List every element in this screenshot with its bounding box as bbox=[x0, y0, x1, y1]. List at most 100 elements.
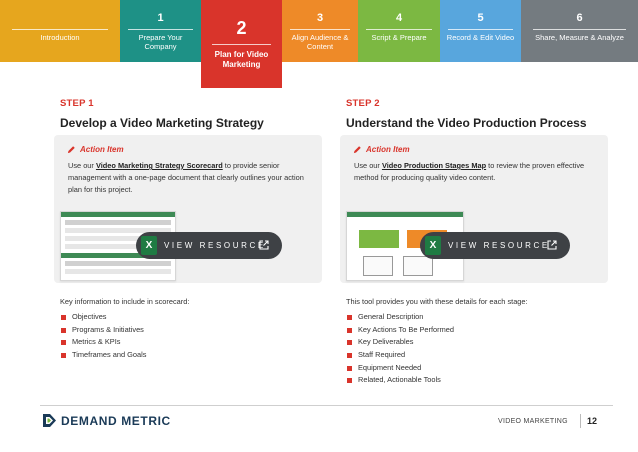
list-item-text: Staff Required bbox=[358, 350, 406, 360]
bullet-icon bbox=[347, 353, 352, 359]
list-item: General Description bbox=[346, 311, 614, 324]
view-resource-button[interactable]: X VIEW RESOURCE bbox=[136, 232, 282, 259]
details-heading: This tool provides you with these detail… bbox=[346, 297, 528, 306]
list-item-text: Related, Actionable Tools bbox=[358, 375, 441, 385]
tab-number: 1 bbox=[157, 12, 164, 24]
excel-icon: X bbox=[141, 236, 157, 255]
map-stage-box bbox=[363, 256, 393, 276]
details-list: General Description Key Actions To Be Pe… bbox=[346, 311, 614, 387]
list-item: Key Deliverables bbox=[346, 336, 614, 349]
tab-divider bbox=[212, 44, 271, 45]
bullet-icon bbox=[347, 378, 352, 384]
tab-number bbox=[0, 12, 120, 25]
tab-script-prepare[interactable]: 4 Script & Prepare bbox=[358, 0, 440, 62]
tab-number: 3 bbox=[316, 12, 324, 24]
step-title: Develop a Video Marketing Strategy bbox=[60, 116, 264, 130]
thumbnail-row bbox=[65, 220, 171, 225]
step-title: Understand the Video Production Process bbox=[346, 116, 587, 130]
action-item-text: Use our Video Production Stages Map to r… bbox=[354, 160, 596, 184]
details-list: Objectives Programs & Initiatives Metric… bbox=[60, 311, 328, 362]
excel-icon: X bbox=[425, 236, 441, 255]
bullet-icon bbox=[61, 327, 66, 333]
list-item-text: Key Deliverables bbox=[358, 337, 414, 347]
tab-introduction[interactable]: Introduction bbox=[0, 0, 120, 62]
tab-share-measure-analyze[interactable]: 6 Share, Measure & Analyze bbox=[521, 0, 638, 62]
bullet-icon bbox=[347, 327, 352, 333]
resource-link[interactable]: Video Production Stages Map bbox=[382, 161, 486, 170]
footer-divider bbox=[40, 405, 613, 406]
section-label: VIDEO MARKETING bbox=[498, 418, 568, 425]
tab-divider bbox=[366, 29, 432, 30]
view-resource-label: VIEW RESOURCE bbox=[448, 241, 550, 250]
action-item-card: Action Item Use our Video Marketing Stra… bbox=[54, 135, 322, 283]
list-item: Related, Actionable Tools bbox=[346, 374, 614, 387]
tab-label: Record & Edit Video bbox=[446, 33, 515, 42]
step-2-section: STEP 2 Understand the Video Production P… bbox=[340, 98, 614, 283]
map-stage-box bbox=[403, 256, 433, 276]
bullet-icon bbox=[61, 340, 66, 346]
thumbnail-header bbox=[347, 212, 463, 217]
bullet-icon bbox=[347, 315, 352, 320]
details-heading: Key information to include in scorecard: bbox=[60, 297, 190, 306]
list-item: Equipment Needed bbox=[346, 362, 614, 375]
thumbnail-header bbox=[61, 212, 175, 217]
list-item: Programs & Initiatives bbox=[60, 324, 328, 337]
tab-label: Introduction bbox=[40, 33, 80, 42]
step-number: STEP 2 bbox=[346, 98, 380, 109]
map-stage-box bbox=[359, 230, 399, 248]
tab-label: Script & Prepare bbox=[371, 33, 427, 42]
tab-divider bbox=[448, 29, 513, 30]
step-1-section: STEP 1 Develop a Video Marketing Strateg… bbox=[54, 98, 328, 283]
tab-plan-for-video-marketing[interactable]: 2 Plan for Video Marketing bbox=[201, 0, 282, 88]
bullet-icon bbox=[61, 315, 66, 320]
list-item-text: Metrics & KPIs bbox=[72, 337, 121, 347]
action-item-card: Action Item Use our Video Production Sta… bbox=[340, 135, 608, 283]
thumbnail-row bbox=[65, 269, 171, 274]
view-resource-button[interactable]: X VIEW RESOURCE bbox=[420, 232, 570, 259]
tab-divider bbox=[12, 29, 108, 30]
list-item-text: Programs & Initiatives bbox=[72, 324, 144, 334]
list-item: Staff Required bbox=[346, 349, 614, 362]
pencil-icon bbox=[353, 146, 361, 154]
list-item: Timeframes and Goals bbox=[60, 349, 328, 362]
step-number: STEP 1 bbox=[60, 98, 94, 109]
thumbnail-row bbox=[65, 261, 171, 266]
logo-mark-icon bbox=[43, 414, 56, 427]
resource-link[interactable]: Video Marketing Strategy Scorecard bbox=[96, 161, 223, 170]
text-prefix: Use our bbox=[68, 161, 96, 170]
list-item-text: Equipment Needed bbox=[358, 362, 422, 372]
tab-number: 2 bbox=[236, 18, 247, 38]
tab-divider bbox=[532, 29, 627, 30]
bullet-icon bbox=[347, 365, 352, 371]
page-number: 12 bbox=[587, 416, 598, 426]
tab-number: 6 bbox=[576, 12, 583, 24]
footer-separator bbox=[580, 414, 581, 428]
tab-align-audience-content[interactable]: 3 Align Audience & Content bbox=[282, 0, 358, 62]
list-item: Objectives bbox=[60, 311, 328, 324]
pencil-icon bbox=[67, 146, 75, 154]
tab-number: 4 bbox=[395, 12, 403, 24]
action-item-text: Use our Video Marketing Strategy Scoreca… bbox=[68, 160, 310, 196]
action-item-label: Action Item bbox=[366, 145, 410, 154]
list-item-text: Objectives bbox=[72, 312, 107, 321]
list-item-text: Timeframes and Goals bbox=[72, 350, 147, 360]
action-item-label: Action Item bbox=[80, 145, 124, 154]
tab-label: Prepare Your Company bbox=[138, 33, 183, 51]
tab-record-edit-video[interactable]: 5 Record & Edit Video bbox=[440, 0, 521, 62]
bullet-icon bbox=[347, 340, 352, 346]
external-link-icon bbox=[547, 240, 557, 250]
tab-divider bbox=[289, 29, 351, 30]
brand-name: DEMAND METRIC bbox=[61, 414, 171, 428]
list-item: Key Actions To Be Performed bbox=[346, 324, 614, 337]
tab-label: Plan for Video Marketing bbox=[214, 50, 269, 69]
tab-prepare-your-company[interactable]: 1 Prepare Your Company bbox=[120, 0, 201, 62]
step-1-details: Key information to include in scorecard:… bbox=[60, 297, 328, 362]
list-item: Metrics & KPIs bbox=[60, 336, 328, 349]
step-2-details: This tool provides you with these detail… bbox=[346, 297, 614, 387]
tab-number: 5 bbox=[477, 12, 484, 24]
bullet-icon bbox=[61, 353, 66, 359]
view-resource-label: VIEW RESOURCE bbox=[164, 241, 266, 250]
list-item-text: General Description bbox=[358, 312, 424, 321]
tab-divider bbox=[128, 29, 193, 30]
text-prefix: Use our bbox=[354, 161, 382, 170]
